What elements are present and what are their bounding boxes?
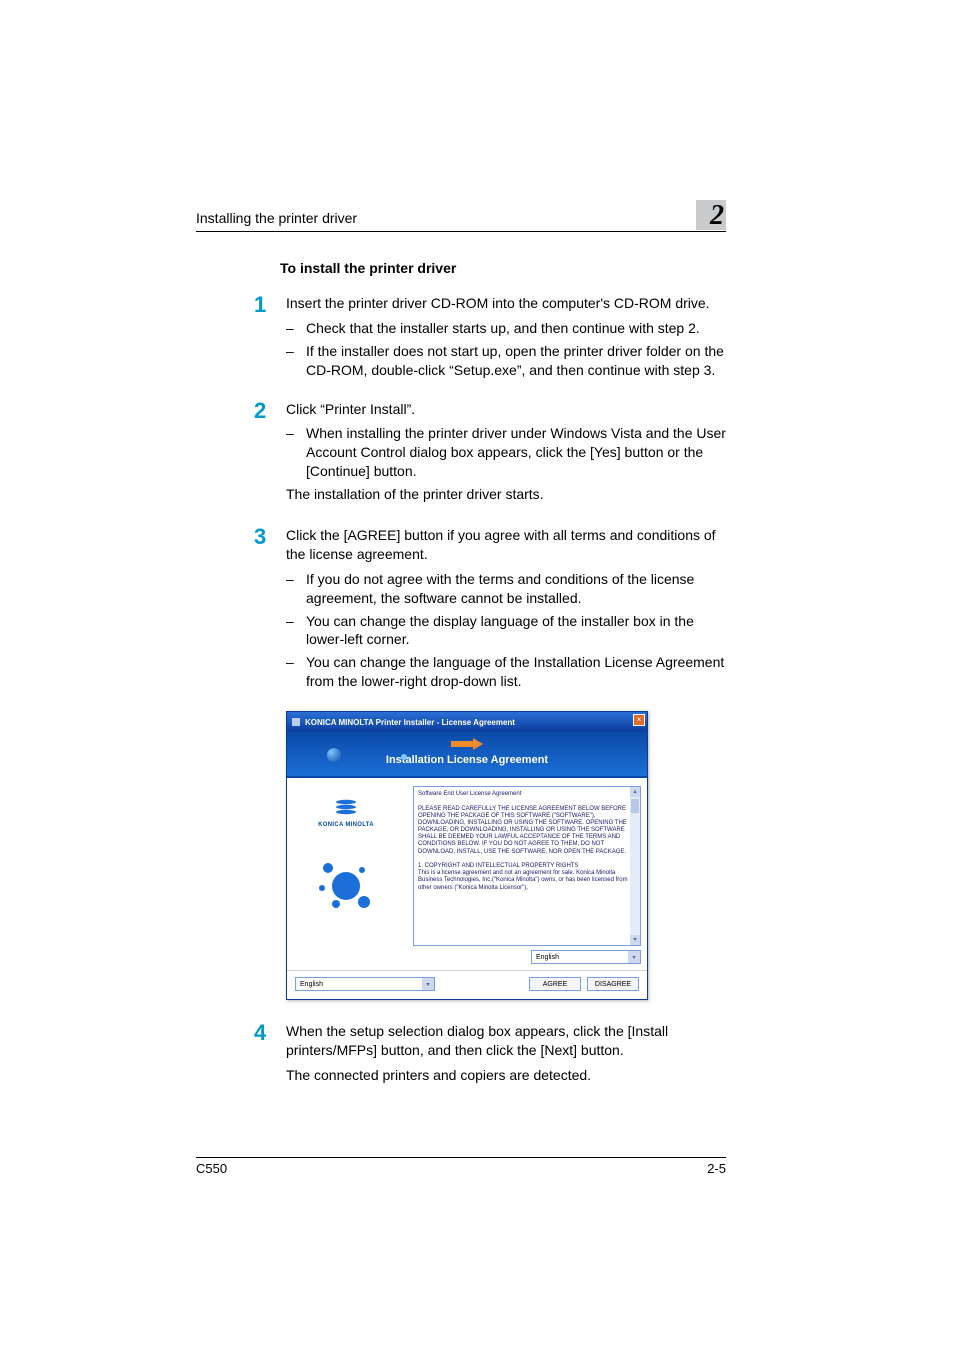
scrollbar[interactable]: ▴ ▾ (630, 787, 640, 945)
chevron-down-icon: ▾ (628, 951, 640, 963)
step-subitem: If the installer does not start up, open… (286, 342, 726, 380)
scroll-up-icon[interactable]: ▴ (630, 787, 640, 797)
footer-model: C550 (196, 1161, 227, 1176)
header-rule (196, 231, 726, 232)
language-select-value: English (300, 981, 323, 988)
step-subitem: Check that the installer starts up, and … (286, 319, 726, 338)
step-text: Click “Printer Install”. (286, 400, 726, 419)
dialog-banner: Installation License Agreement (287, 732, 647, 776)
step-subitem: You can change the display language of t… (286, 612, 726, 650)
decorative-graphic-icon (316, 858, 376, 914)
dialog-footer: English ▾ AGREE DISAGREE (287, 970, 647, 999)
step-subitem: When installing the printer driver under… (286, 424, 726, 481)
footer-rule (196, 1157, 726, 1158)
step-text: Click the [AGREE] button if you agree wi… (286, 526, 726, 564)
language-select-right[interactable]: English ▾ (531, 950, 641, 964)
language-select-value: English (536, 954, 559, 961)
close-icon: × (637, 716, 642, 724)
konica-minolta-logo-icon (334, 798, 358, 816)
arrow-icon (449, 738, 485, 752)
step-subitem: You can change the language of the Insta… (286, 653, 726, 691)
chapter-number: 2 (710, 200, 724, 232)
scroll-thumb[interactable] (631, 799, 639, 813)
step-number: 1 (254, 294, 286, 384)
footer-page-number: 2-5 (707, 1161, 726, 1176)
step-number: 2 (254, 400, 286, 510)
scroll-down-icon[interactable]: ▾ (630, 935, 640, 945)
step-number: 4 (254, 1022, 286, 1091)
license-body-text: PLEASE READ CAREFULLY THE LICENSE AGREEM… (418, 806, 628, 856)
banner-title: Installation License Agreement (287, 754, 647, 766)
app-icon (291, 717, 301, 727)
section-heading: To install the printer driver (280, 260, 726, 276)
dialog-right-panel: Software End User License Agreement PLEA… (405, 776, 647, 970)
close-button[interactable]: × (633, 714, 645, 726)
agree-button[interactable]: AGREE (529, 977, 581, 991)
dialog-body: KONICA MINOLTA Softwa (287, 776, 647, 970)
step-text: Insert the printer driver CD-ROM into th… (286, 294, 726, 313)
running-header: Installing the printer driver (196, 210, 357, 226)
license-body-text: 1. COPYRIGHT AND INTELLECTUAL PROPERTY R… (418, 863, 628, 892)
license-text-box[interactable]: Software End User License Agreement PLEA… (413, 786, 641, 946)
dialog-left-panel: KONICA MINOLTA (287, 776, 405, 970)
language-select-left[interactable]: English ▾ (295, 977, 435, 991)
chevron-down-icon: ▾ (422, 978, 434, 990)
license-dialog: KONICA MINOLTA Printer Installer - Licen… (286, 711, 648, 1000)
license-heading: Software End User License Agreement (418, 791, 628, 798)
step-subitem: If you do not agree with the terms and c… (286, 570, 726, 608)
step-text: When the setup selection dialog box appe… (286, 1022, 726, 1060)
brand-text: KONICA MINOLTA (318, 822, 374, 828)
disagree-button[interactable]: DISAGREE (587, 977, 639, 991)
dialog-title: KONICA MINOLTA Printer Installer - Licen… (305, 718, 515, 727)
step-after-text: The connected printers and copiers are d… (286, 1066, 726, 1085)
step-after-text: The installation of the printer driver s… (286, 485, 726, 504)
dialog-titlebar: KONICA MINOLTA Printer Installer - Licen… (287, 712, 647, 732)
step-number: 3 (254, 526, 286, 695)
